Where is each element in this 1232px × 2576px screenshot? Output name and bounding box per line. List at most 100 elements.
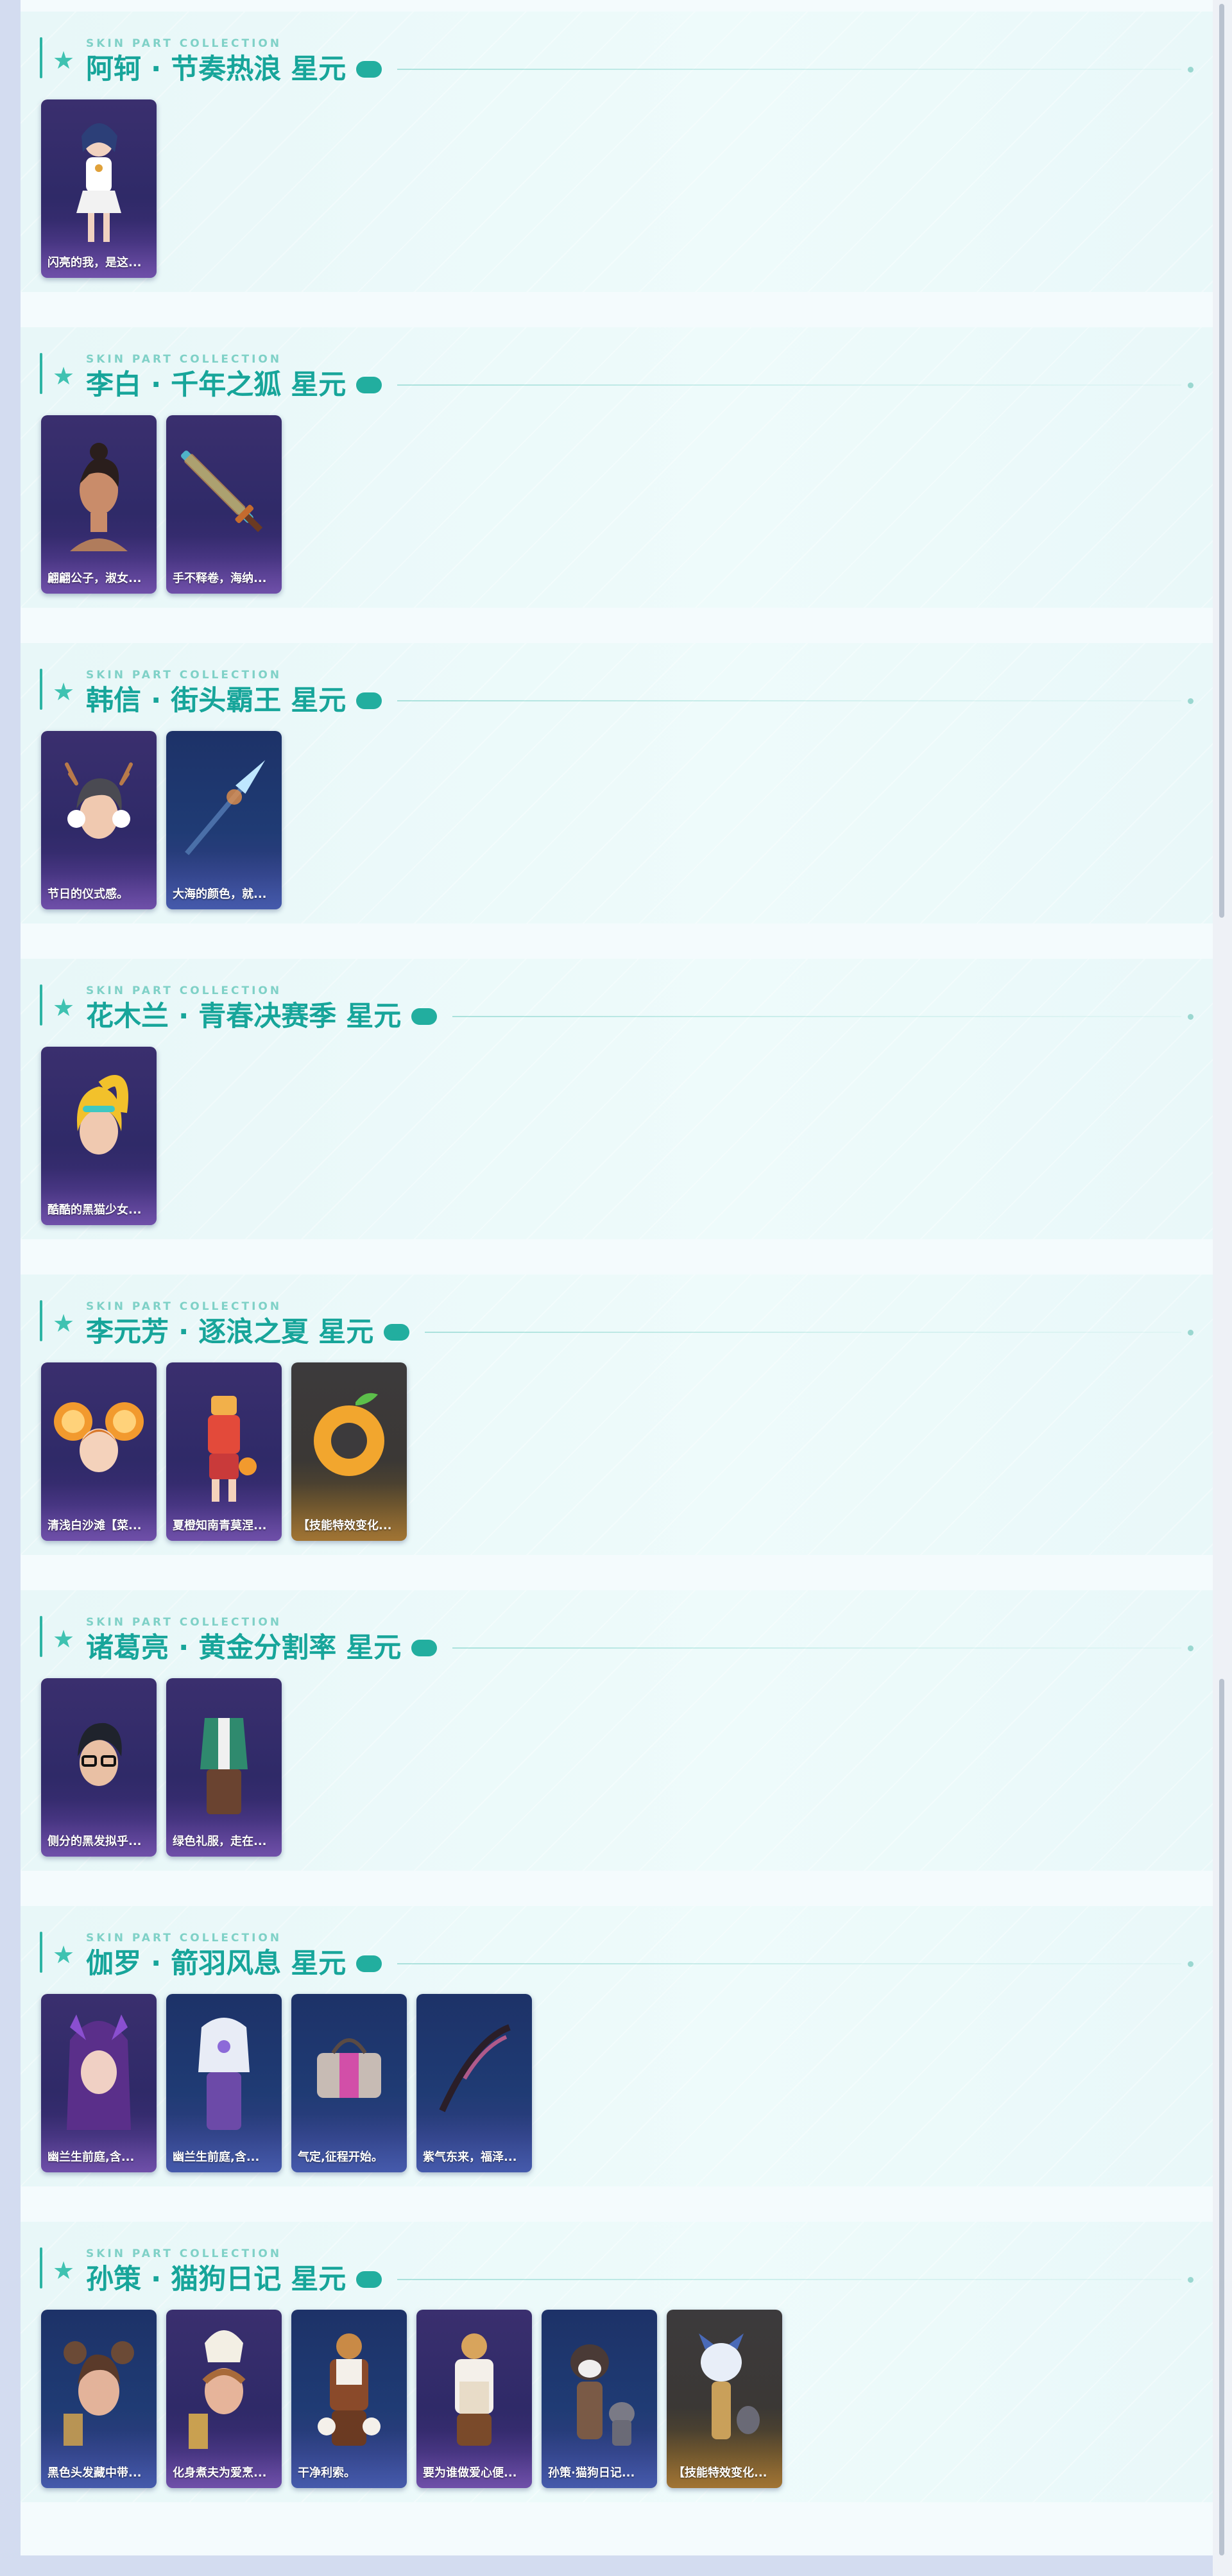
card-row: 侧分的黑发拟乎... 绿色礼服，走在...: [41, 1678, 282, 1857]
divider-line: [425, 1332, 1181, 1333]
blonde-head-icon: [41, 1047, 157, 1203]
skin-part-card[interactable]: 绿色礼服，走在...: [166, 1678, 282, 1857]
section-title-row: 阿轲 · 节奏热浪 星元: [86, 51, 1194, 87]
card-caption: 要为谁做爱心便...: [423, 2466, 517, 2480]
dog-effect-icon: [667, 2310, 782, 2466]
skin-part-card[interactable]: 要为谁做爱心便...: [416, 2310, 532, 2488]
card-caption: 手不释卷，海纳...: [173, 572, 267, 585]
skin-part-card[interactable]: 化身煮夫为爱烹...: [166, 2310, 282, 2488]
accent-bar: [40, 984, 42, 1026]
section-title: 李白 · 千年之狐 星元: [86, 369, 346, 401]
section-eyebrow: SKIN PART COLLECTION: [86, 353, 282, 366]
card-caption: 干净利索。: [298, 2466, 355, 2480]
section-eyebrow: SKIN PART COLLECTION: [86, 669, 282, 682]
scrollbar-thumb-secondary[interactable]: [1219, 1679, 1224, 2555]
skin-section: ★ SKIN PART COLLECTION 李白 · 千年之狐 星元 翩翩公子…: [21, 327, 1213, 608]
skin-section: ★ SKIN PART COLLECTION 孙策 · 猫狗日记 星元 黑色头发…: [21, 2222, 1213, 2502]
divider-dot: [1188, 66, 1194, 73]
star-icon: ★: [53, 2256, 75, 2285]
skin-part-card[interactable]: 清浅白沙滩【菜...: [41, 1362, 157, 1541]
divider-line: [397, 1963, 1181, 1964]
card-caption: 夏橙知南青莫涅...: [173, 1519, 267, 1533]
divider-line: [397, 2279, 1181, 2280]
scrollbar[interactable]: [1213, 0, 1232, 2576]
section-header: ★ SKIN PART COLLECTION 伽罗 · 箭羽风息 星元: [40, 1921, 1194, 1980]
section-title-row: 伽罗 · 箭羽风息 星元: [86, 1946, 1194, 1982]
star-icon: ★: [53, 1941, 75, 1969]
dog-cat-icon: [542, 2310, 657, 2466]
divider-line: [452, 1647, 1181, 1649]
card-caption: 孙策·猫狗日记...: [548, 2466, 635, 2480]
card-caption: 大海的颜色，就...: [173, 888, 267, 901]
skin-part-card[interactable]: 【技能特效变化...: [291, 1362, 407, 1541]
suit-outfit-icon: [166, 1678, 282, 1835]
glasses-head-icon: [41, 1678, 157, 1835]
card-caption: 侧分的黑发拟乎...: [47, 1835, 142, 1848]
skin-part-card[interactable]: 【技能特效变化...: [667, 2310, 782, 2488]
section-title-row: 李白 · 千年之狐 星元: [86, 367, 1194, 403]
skin-part-card[interactable]: 干净利索。: [291, 2310, 407, 2488]
accent-bar: [40, 1932, 42, 1973]
skin-part-card[interactable]: 闪亮的我，是这...: [41, 99, 157, 278]
scrollbar-thumb[interactable]: [1219, 4, 1224, 918]
apron-outfit-icon: [416, 2310, 532, 2466]
bag-icon: [291, 1994, 407, 2151]
divider-dot: [1188, 2276, 1194, 2283]
skin-part-card[interactable]: 黑色头发藏中带...: [41, 2310, 157, 2488]
skin-part-card[interactable]: 节日的仪式感。: [41, 731, 157, 909]
skin-part-card[interactable]: 酷酷的黑猫少女...: [41, 1047, 157, 1225]
skin-part-card[interactable]: 翩翩公子，淑女...: [41, 415, 157, 594]
skin-part-card[interactable]: 手不释卷，海纳...: [166, 415, 282, 594]
divider-line: [397, 700, 1181, 701]
section-pill-badge: [356, 692, 382, 709]
purple-hair-head-icon: [41, 1994, 157, 2151]
antler-head-icon: [41, 731, 157, 888]
section-pill-badge: [384, 1324, 410, 1341]
card-row: 节日的仪式感。 大海的颜色，就...: [41, 731, 282, 909]
section-header: ★ SKIN PART COLLECTION 花木兰 · 青春决赛季 星元: [40, 974, 1194, 1033]
section-title: 阿轲 · 节奏热浪 星元: [86, 53, 346, 85]
card-caption: 气定,征程开始。: [298, 2151, 383, 2164]
section-header: ★ SKIN PART COLLECTION 韩信 · 街头霸王 星元: [40, 658, 1194, 717]
card-caption: 节日的仪式感。: [47, 888, 128, 901]
section-eyebrow: SKIN PART COLLECTION: [86, 37, 282, 50]
skin-part-card[interactable]: 气定,征程开始。: [291, 1994, 407, 2172]
skin-part-card[interactable]: 孙策·猫狗日记...: [542, 2310, 657, 2488]
orange-ring-icon: [291, 1362, 407, 1519]
skin-part-card[interactable]: 幽兰生前庭,含...: [41, 1994, 157, 2172]
section-title: 李元芳 · 逐浪之夏 星元: [86, 1316, 374, 1348]
card-caption: 化身煮夫为爱烹...: [173, 2466, 267, 2480]
skin-part-card[interactable]: 幽兰生前庭,含...: [166, 1994, 282, 2172]
skin-part-card[interactable]: 侧分的黑发拟乎...: [41, 1678, 157, 1857]
section-eyebrow: SKIN PART COLLECTION: [86, 1300, 282, 1313]
section-pill-badge: [356, 377, 382, 393]
card-caption: 翩翩公子，淑女...: [47, 572, 142, 585]
card-row: 清浅白沙滩【菜... 夏橙知南青莫涅... 【技能特效变化...: [41, 1362, 407, 1541]
skin-part-card[interactable]: 大海的颜色，就...: [166, 731, 282, 909]
sword-icon: [166, 415, 282, 572]
star-icon: ★: [53, 1309, 75, 1337]
chef-head-icon: [166, 2310, 282, 2466]
section-eyebrow: SKIN PART COLLECTION: [86, 1616, 282, 1629]
skin-part-card[interactable]: 夏橙知南青莫涅...: [166, 1362, 282, 1541]
star-icon: ★: [53, 46, 75, 74]
skin-section: ★ SKIN PART COLLECTION 花木兰 · 青春决赛季 星元 酷酷…: [21, 959, 1213, 1239]
skin-section: ★ SKIN PART COLLECTION 阿轲 · 节奏热浪 星元 闪亮的我…: [21, 12, 1213, 292]
summer-outfit-icon: [166, 1362, 282, 1519]
card-row: 黑色头发藏中带... 化身煮夫为爱烹... 干净利索。 要为谁做爱心便... 孙…: [41, 2310, 782, 2488]
skin-part-card[interactable]: 紫气东来，福泽...: [416, 1994, 532, 2172]
card-caption: 幽兰生前庭,含...: [173, 2151, 260, 2164]
divider-dot: [1188, 1961, 1194, 1967]
bear-ear-head-icon: [41, 2310, 157, 2466]
divider-dot: [1188, 1645, 1194, 1651]
orange-head-icon: [41, 1362, 157, 1519]
section-title: 孙策 · 猫狗日记 星元: [86, 2263, 346, 2296]
card-caption: 幽兰生前庭,含...: [47, 2151, 135, 2164]
section-title: 诸葛亮 · 黄金分割率 星元: [86, 1632, 402, 1664]
card-row: 幽兰生前庭,含... 幽兰生前庭,含... 气定,征程开始。 紫气东来，福泽..…: [41, 1994, 532, 2172]
section-pill-badge: [356, 1955, 382, 1972]
section-eyebrow: SKIN PART COLLECTION: [86, 1932, 282, 1945]
section-title-row: 韩信 · 街头霸王 星元: [86, 683, 1194, 719]
section-header: ★ SKIN PART COLLECTION 诸葛亮 · 黄金分割率 星元: [40, 1606, 1194, 1664]
skin-section: ★ SKIN PART COLLECTION 李元芳 · 逐浪之夏 星元 清浅白…: [21, 1275, 1213, 1555]
